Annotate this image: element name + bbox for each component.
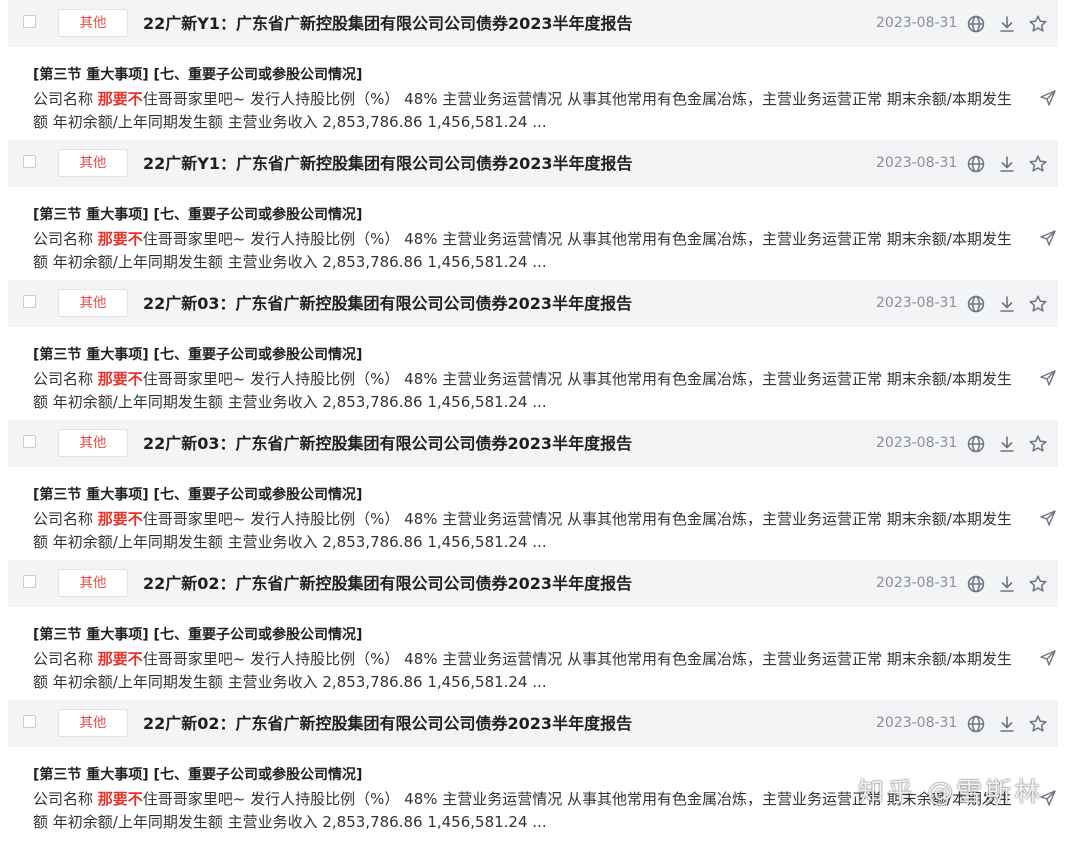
result-header: 其他 22广新Y1：广东省广新控股集团有限公司公司债券2023半年度报告 202… bbox=[8, 0, 1058, 47]
star-icon[interactable] bbox=[1028, 154, 1048, 174]
select-checkbox[interactable] bbox=[23, 575, 36, 588]
result-header: 其他 22广新03：广东省广新控股集团有限公司公司债券2023半年度报告 202… bbox=[8, 280, 1058, 327]
result-header: 其他 22广新02：广东省广新控股集团有限公司公司债券2023半年度报告 202… bbox=[8, 560, 1058, 607]
keyword-highlight: 那要不 bbox=[97, 90, 143, 108]
download-icon[interactable] bbox=[997, 574, 1017, 594]
publish-date: 2023-08-31 bbox=[876, 15, 958, 31]
download-icon[interactable] bbox=[997, 154, 1017, 174]
star-icon[interactable] bbox=[1028, 574, 1048, 594]
snippet-prefix: 公司名称 bbox=[33, 510, 98, 528]
category-tag: 其他 bbox=[58, 569, 128, 597]
publish-date: 2023-08-31 bbox=[876, 435, 958, 451]
keyword-highlight: 那要不 bbox=[97, 230, 143, 248]
keyword-highlight: 那要不 bbox=[97, 790, 143, 808]
select-checkbox[interactable] bbox=[23, 715, 36, 728]
select-checkbox[interactable] bbox=[23, 435, 36, 448]
snippet-text: 公司名称 那要不住哥哥家里吧~ 发行人持股比例（%） 48% 主营业务运营情况 … bbox=[33, 228, 1018, 274]
select-checkbox[interactable] bbox=[23, 155, 36, 168]
search-results-list: 其他 22广新Y1：广东省广新控股集团有限公司公司债券2023半年度报告 202… bbox=[0, 0, 1080, 840]
result-header: 其他 22广新03：广东省广新控股集团有限公司公司债券2023半年度报告 202… bbox=[8, 420, 1058, 467]
category-tag: 其他 bbox=[58, 429, 128, 457]
result-item: 其他 22广新Y1：广东省广新控股集团有限公司公司债券2023半年度报告 202… bbox=[0, 0, 1080, 140]
snippet-text: 公司名称 那要不住哥哥家里吧~ 发行人持股比例（%） 48% 主营业务运营情况 … bbox=[33, 88, 1018, 134]
send-icon[interactable] bbox=[1039, 229, 1057, 247]
report-title-link[interactable]: 22广新Y1：广东省广新控股集团有限公司公司债券2023半年度报告 bbox=[143, 140, 633, 187]
publish-date: 2023-08-31 bbox=[876, 575, 958, 591]
send-icon[interactable] bbox=[1039, 89, 1057, 107]
download-icon[interactable] bbox=[997, 434, 1017, 454]
publish-date: 2023-08-31 bbox=[876, 155, 958, 171]
snippet-text: 公司名称 那要不住哥哥家里吧~ 发行人持股比例（%） 48% 主营业务运营情况 … bbox=[33, 508, 1018, 554]
globe-icon[interactable] bbox=[966, 434, 986, 454]
send-icon[interactable] bbox=[1039, 649, 1057, 667]
snippet-suffix: 住哥哥家里吧~ 发行人持股比例（%） 48% 主营业务运营情况 从事其他常用有色… bbox=[33, 510, 1012, 551]
snippet-suffix: 住哥哥家里吧~ 发行人持股比例（%） 48% 主营业务运营情况 从事其他常用有色… bbox=[33, 650, 1012, 691]
keyword-highlight: 那要不 bbox=[97, 510, 143, 528]
send-icon[interactable] bbox=[1039, 789, 1057, 807]
globe-icon[interactable] bbox=[966, 714, 986, 734]
snippet-suffix: 住哥哥家里吧~ 发行人持股比例（%） 48% 主营业务运营情况 从事其他常用有色… bbox=[33, 230, 1012, 271]
category-tag: 其他 bbox=[58, 9, 128, 37]
report-title-link[interactable]: 22广新03：广东省广新控股集团有限公司公司债券2023半年度报告 bbox=[143, 280, 632, 327]
globe-icon[interactable] bbox=[966, 574, 986, 594]
snippet-suffix: 住哥哥家里吧~ 发行人持股比例（%） 48% 主营业务运营情况 从事其他常用有色… bbox=[33, 90, 1012, 131]
result-item: 其他 22广新03：广东省广新控股集团有限公司公司债券2023半年度报告 202… bbox=[0, 420, 1080, 560]
globe-icon[interactable] bbox=[966, 14, 986, 34]
download-icon[interactable] bbox=[997, 14, 1017, 34]
star-icon[interactable] bbox=[1028, 294, 1048, 314]
snippet-prefix: 公司名称 bbox=[33, 790, 98, 808]
download-icon[interactable] bbox=[997, 294, 1017, 314]
report-title-link[interactable]: 22广新02：广东省广新控股集团有限公司公司债券2023半年度报告 bbox=[143, 560, 632, 607]
result-item: 其他 22广新02：广东省广新控股集团有限公司公司债券2023半年度报告 202… bbox=[0, 560, 1080, 700]
globe-icon[interactable] bbox=[966, 294, 986, 314]
globe-icon[interactable] bbox=[966, 154, 986, 174]
send-icon[interactable] bbox=[1039, 509, 1057, 527]
report-title-link[interactable]: 22广新Y1：广东省广新控股集团有限公司公司债券2023半年度报告 bbox=[143, 0, 633, 47]
section-path: [第三节 重大事项] [七、重要子公司或参股公司情况] bbox=[33, 487, 363, 503]
section-path: [第三节 重大事项] [七、重要子公司或参股公司情况] bbox=[33, 347, 363, 363]
section-path: [第三节 重大事项] [七、重要子公司或参股公司情况] bbox=[33, 767, 363, 783]
snippet-prefix: 公司名称 bbox=[33, 90, 98, 108]
snippet-text: 公司名称 那要不住哥哥家里吧~ 发行人持股比例（%） 48% 主营业务运营情况 … bbox=[33, 648, 1018, 694]
snippet-text: 公司名称 那要不住哥哥家里吧~ 发行人持股比例（%） 48% 主营业务运营情况 … bbox=[33, 368, 1018, 414]
snippet-suffix: 住哥哥家里吧~ 发行人持股比例（%） 48% 主营业务运营情况 从事其他常用有色… bbox=[33, 790, 1012, 831]
snippet-prefix: 公司名称 bbox=[33, 650, 98, 668]
category-tag: 其他 bbox=[58, 289, 128, 317]
star-icon[interactable] bbox=[1028, 14, 1048, 34]
snippet-text: 公司名称 那要不住哥哥家里吧~ 发行人持股比例（%） 48% 主营业务运营情况 … bbox=[33, 788, 1018, 834]
select-checkbox[interactable] bbox=[23, 15, 36, 28]
category-tag: 其他 bbox=[58, 149, 128, 177]
report-title-link[interactable]: 22广新03：广东省广新控股集团有限公司公司债券2023半年度报告 bbox=[143, 420, 632, 467]
section-path: [第三节 重大事项] [七、重要子公司或参股公司情况] bbox=[33, 67, 363, 83]
category-tag: 其他 bbox=[58, 709, 128, 737]
keyword-highlight: 那要不 bbox=[97, 650, 143, 668]
result-item: 其他 22广新Y1：广东省广新控股集团有限公司公司债券2023半年度报告 202… bbox=[0, 140, 1080, 280]
keyword-highlight: 那要不 bbox=[97, 370, 143, 388]
send-icon[interactable] bbox=[1039, 369, 1057, 387]
result-item: 其他 22广新03：广东省广新控股集团有限公司公司债券2023半年度报告 202… bbox=[0, 280, 1080, 420]
publish-date: 2023-08-31 bbox=[876, 295, 958, 311]
star-icon[interactable] bbox=[1028, 714, 1048, 734]
report-title-link[interactable]: 22广新02：广东省广新控股集团有限公司公司债券2023半年度报告 bbox=[143, 700, 632, 747]
snippet-prefix: 公司名称 bbox=[33, 370, 98, 388]
star-icon[interactable] bbox=[1028, 434, 1048, 454]
publish-date: 2023-08-31 bbox=[876, 715, 958, 731]
download-icon[interactable] bbox=[997, 714, 1017, 734]
result-item: 其他 22广新02：广东省广新控股集团有限公司公司债券2023半年度报告 202… bbox=[0, 700, 1080, 840]
select-checkbox[interactable] bbox=[23, 295, 36, 308]
section-path: [第三节 重大事项] [七、重要子公司或参股公司情况] bbox=[33, 627, 363, 643]
section-path: [第三节 重大事项] [七、重要子公司或参股公司情况] bbox=[33, 207, 363, 223]
snippet-prefix: 公司名称 bbox=[33, 230, 98, 248]
snippet-suffix: 住哥哥家里吧~ 发行人持股比例（%） 48% 主营业务运营情况 从事其他常用有色… bbox=[33, 370, 1012, 411]
result-header: 其他 22广新Y1：广东省广新控股集团有限公司公司债券2023半年度报告 202… bbox=[8, 140, 1058, 187]
result-header: 其他 22广新02：广东省广新控股集团有限公司公司债券2023半年度报告 202… bbox=[8, 700, 1058, 747]
